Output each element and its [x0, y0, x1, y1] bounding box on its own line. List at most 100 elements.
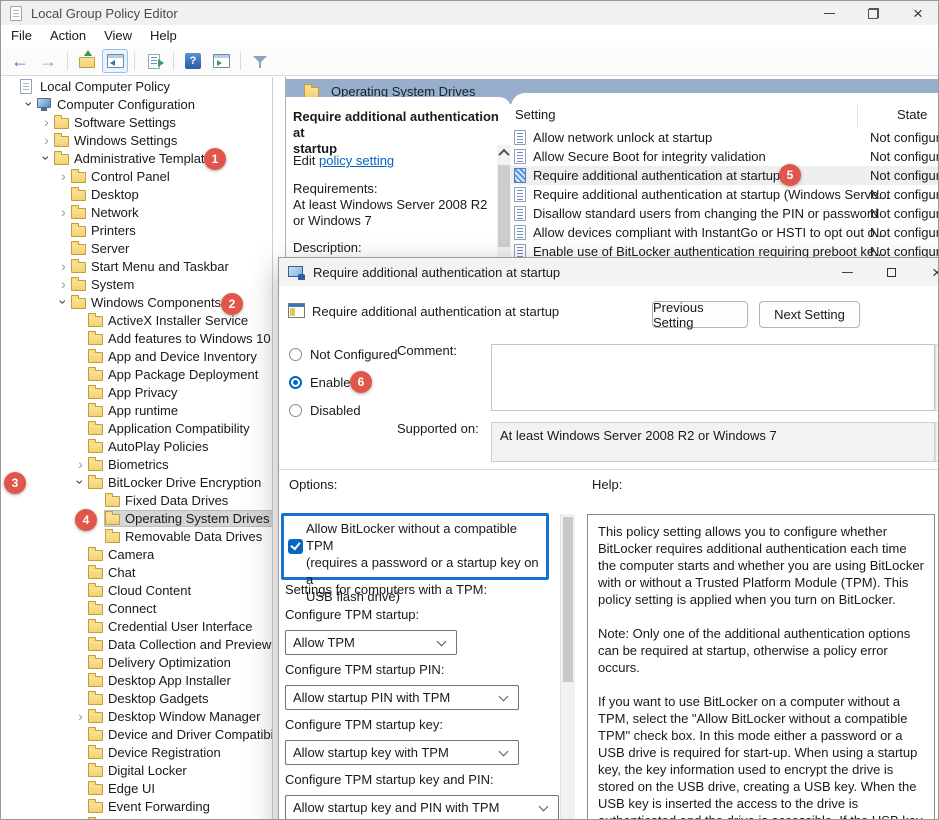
collapsed-chevron-icon[interactable]: ›: [39, 132, 54, 148]
tree-item-data-collection-and-preview-buil[interactable]: Data Collection and Preview Buil: [1, 635, 272, 653]
menu-item-view[interactable]: View: [95, 25, 141, 47]
dialog-maximize-button[interactable]: [871, 258, 911, 286]
tree-item-control-panel[interactable]: ›Control Panel: [1, 167, 272, 185]
expanded-chevron-icon[interactable]: ›: [73, 475, 89, 490]
export-list-button[interactable]: [141, 49, 167, 73]
supported-scrollbar[interactable]: [935, 422, 939, 462]
setting-row-allow-network-unlock-at-startup[interactable]: Allow network unlock at startupNot confi…: [511, 128, 938, 147]
radio-not-configured[interactable]: Not Configured: [289, 346, 397, 363]
tree-item-printers[interactable]: Printers: [1, 221, 272, 239]
menu-item-file[interactable]: File: [2, 25, 41, 47]
collapsed-chevron-icon[interactable]: ›: [56, 258, 71, 274]
tree-item-local-computer-policy[interactable]: Local Computer Policy: [1, 77, 272, 95]
show-console-tree-button[interactable]: [102, 49, 128, 73]
close-button[interactable]: ×: [897, 1, 939, 25]
tree-item-delivery-optimization[interactable]: Delivery Optimization: [1, 653, 272, 671]
tree-item-cloud-content[interactable]: Cloud Content: [1, 581, 272, 599]
policy-setting-link[interactable]: policy setting: [319, 153, 394, 168]
column-header-state[interactable]: State: [897, 105, 927, 125]
expanded-chevron-icon[interactable]: ›: [22, 97, 38, 112]
tree-item-app-runtime[interactable]: App runtime: [1, 401, 272, 419]
tree-item-event-forwarding[interactable]: Event Forwarding: [1, 797, 272, 815]
collapsed-chevron-icon[interactable]: ›: [39, 114, 54, 130]
description-scrollbar[interactable]: [497, 145, 511, 257]
setting-row-require-additional-authentication-at-sta[interactable]: Require additional authentication at sta…: [511, 166, 938, 185]
tree-item-item[interactable]: [1, 815, 272, 819]
comment-scrollbar[interactable]: [935, 344, 939, 411]
collapsed-chevron-icon[interactable]: ›: [73, 708, 88, 724]
column-divider[interactable]: [857, 105, 858, 127]
tree-item-desktop-gadgets[interactable]: Desktop Gadgets: [1, 689, 272, 707]
tree-item-desktop-window-manager[interactable]: ›Desktop Window Manager: [1, 707, 272, 725]
edit-policy-setting: Edit policy setting: [293, 153, 394, 168]
scrollbar-thumb[interactable]: [498, 165, 510, 247]
dropdown-configure-tpm-startup-key[interactable]: Allow startup key with TPM: [285, 740, 519, 765]
up-one-level-button[interactable]: [74, 49, 100, 73]
tree-item-app-privacy[interactable]: App Privacy: [1, 383, 272, 401]
menu-item-action[interactable]: Action: [41, 25, 95, 47]
tree-item-software-settings[interactable]: ›Software Settings: [1, 113, 272, 131]
tree-item-removable-data-drives[interactable]: Removable Data Drives: [1, 527, 272, 545]
scrollbar-thumb[interactable]: [563, 517, 573, 682]
allow-bitlocker-checkbox[interactable]: [288, 539, 303, 554]
back-button[interactable]: [7, 49, 33, 73]
setting-row-allow-secure-boot-for-integrity-validati[interactable]: Allow Secure Boot for integrity validati…: [511, 147, 938, 166]
tree-item-biometrics[interactable]: ›Biometrics: [1, 455, 272, 473]
tree-item-bitlocker-drive-encryption[interactable]: ›BitLocker Drive Encryption: [1, 473, 272, 491]
collapsed-chevron-icon[interactable]: ›: [56, 168, 71, 184]
expanded-chevron-icon[interactable]: ›: [39, 151, 55, 166]
tree-item-fixed-data-drives[interactable]: Fixed Data Drives: [1, 491, 272, 509]
tree-item-desktop-app-installer[interactable]: Desktop App Installer: [1, 671, 272, 689]
collapsed-chevron-icon[interactable]: ›: [56, 276, 71, 292]
tree-item-digital-locker[interactable]: Digital Locker: [1, 761, 272, 779]
expanded-chevron-icon[interactable]: ›: [56, 295, 72, 310]
tree-item-windows-settings[interactable]: ›Windows Settings: [1, 131, 272, 149]
tree-item-credential-user-interface[interactable]: Credential User Interface: [1, 617, 272, 635]
comment-input[interactable]: [491, 344, 935, 411]
tree-item-computer-configuration[interactable]: ›Computer Configuration: [1, 95, 272, 113]
column-header-setting[interactable]: Setting: [515, 105, 555, 125]
dropdown-configure-tpm-startup-pin[interactable]: Allow startup PIN with TPM: [285, 685, 519, 710]
radio-enabled[interactable]: Enabled: [289, 374, 358, 391]
help-button[interactable]: [180, 49, 206, 73]
tree-item-connect[interactable]: Connect: [1, 599, 272, 617]
tree-item-operating-system-drives[interactable]: Operating System Drives: [1, 509, 272, 527]
setting-row-require-additional-authentication-at-sta[interactable]: Require additional authentication at sta…: [511, 185, 938, 204]
tree-item-desktop[interactable]: Desktop: [1, 185, 272, 203]
tree-item-autoplay-policies[interactable]: AutoPlay Policies: [1, 437, 272, 455]
tree-item-add-features-to-windows-10[interactable]: Add features to Windows 10: [1, 329, 272, 347]
tree-item-edge-ui[interactable]: Edge UI: [1, 779, 272, 797]
radio-disabled[interactable]: Disabled: [289, 402, 361, 419]
show-action-pane-button[interactable]: [208, 49, 234, 73]
tree-item-start-menu-and-taskbar[interactable]: ›Start Menu and Taskbar: [1, 257, 272, 275]
setting-row-allow-devices-compliant-with-instantgo-o[interactable]: Allow devices compliant with InstantGo o…: [511, 223, 938, 242]
tree-item-network[interactable]: ›Network: [1, 203, 272, 221]
tree-item-chat[interactable]: Chat: [1, 563, 272, 581]
tree-item-app-and-device-inventory[interactable]: App and Device Inventory: [1, 347, 272, 365]
filter-button[interactable]: [247, 49, 273, 73]
tree-item-application-compatibility[interactable]: Application Compatibility: [1, 419, 272, 437]
collapsed-chevron-icon[interactable]: ›: [73, 456, 88, 472]
next-setting-button[interactable]: Next Setting: [759, 301, 860, 328]
tree-item-system[interactable]: ›System: [1, 275, 272, 293]
tree-item-device-and-driver-compatibility[interactable]: Device and Driver Compatibility: [1, 725, 272, 743]
tree-item-app-package-deployment[interactable]: App Package Deployment: [1, 365, 272, 383]
scroll-up-icon[interactable]: [497, 145, 511, 161]
dialog-close-button[interactable]: ×: [915, 258, 939, 286]
setting-state: Not configured: [870, 130, 939, 145]
options-scrollbar[interactable]: [560, 514, 575, 820]
forward-button[interactable]: [35, 49, 61, 73]
restore-button[interactable]: [853, 1, 893, 25]
tree-item-administrative-templates[interactable]: ›Administrative Templates: [1, 149, 272, 167]
menu-item-help[interactable]: Help: [141, 25, 186, 47]
tree-item-server[interactable]: Server: [1, 239, 272, 257]
setting-row-disallow-standard-users-from-changing-th[interactable]: Disallow standard users from changing th…: [511, 204, 938, 223]
collapsed-chevron-icon[interactable]: ›: [56, 204, 71, 220]
dropdown-configure-tpm-startup[interactable]: Allow TPM: [285, 630, 457, 655]
previous-setting-button[interactable]: Previous Setting: [652, 301, 748, 328]
dialog-minimize-button[interactable]: [827, 258, 867, 286]
minimize-button[interactable]: [809, 1, 849, 25]
tree-item-device-registration[interactable]: Device Registration: [1, 743, 272, 761]
dropdown-configure-tpm-startup-key-and-pin[interactable]: Allow startup key and PIN with TPM: [285, 795, 559, 820]
tree-item-camera[interactable]: Camera: [1, 545, 272, 563]
